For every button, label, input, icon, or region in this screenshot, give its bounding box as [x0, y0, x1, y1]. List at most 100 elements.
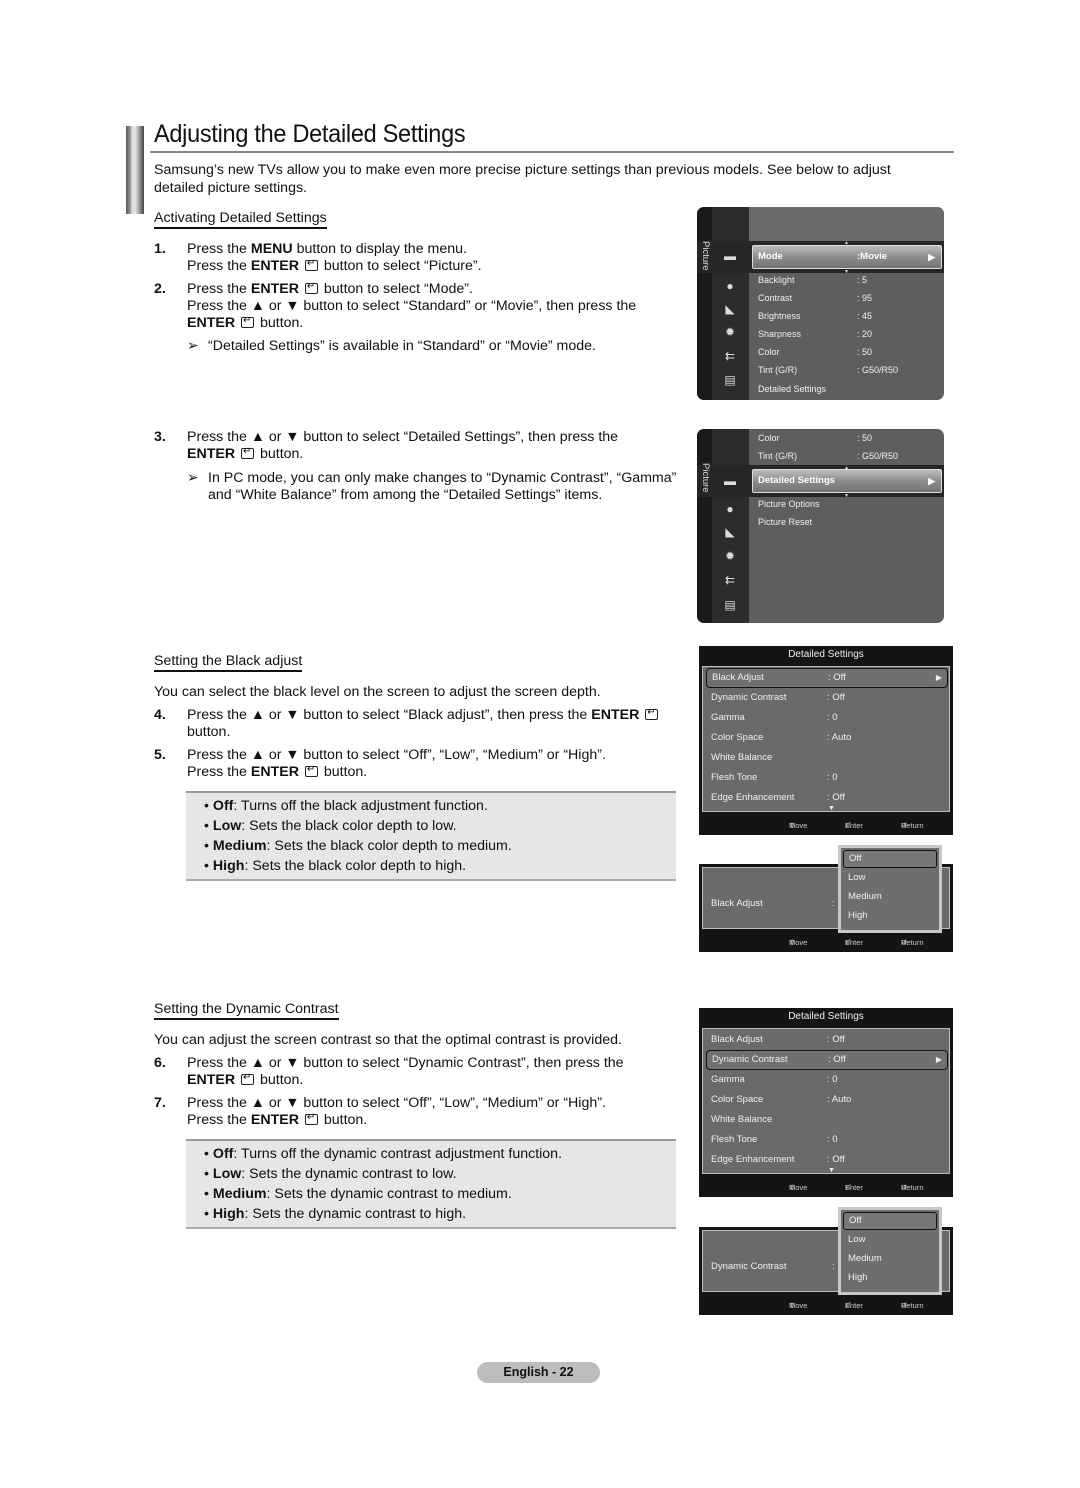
enter-icon: [241, 1071, 255, 1085]
osd-detailed-settings-black: Detailed Settings Black Adjust: Off ▶ Dyn…: [699, 646, 953, 835]
osd-row[interactable]: Tint (G/R): G50/R50: [758, 447, 938, 465]
step-number: 2.: [154, 281, 166, 297]
osd-row[interactable]: Color Space: Auto: [711, 728, 945, 748]
note-arrow-icon: ➢: [187, 338, 199, 354]
step-7: 7. Press the ▲ or ▼ button to select “Of…: [154, 1095, 684, 1131]
section-heading-dynamic-contrast: Setting the Dynamic Contrast: [154, 1001, 339, 1020]
scroll-down-icon: ▼: [828, 805, 835, 812]
step-3: 3. Press the ▲ or ▼ button to select “De…: [154, 429, 684, 465]
osd-selected-mode[interactable]: Mode :Movie ▶: [752, 245, 942, 269]
option-item: Off: Turns off the dynamic contrast adju…: [204, 1144, 676, 1164]
osd-row[interactable]: Color: 50: [758, 429, 938, 447]
title-accent-bar: [126, 126, 144, 214]
dropdown-option[interactable]: Medium: [843, 1251, 937, 1269]
option-item: High: Sets the black color depth to high…: [204, 856, 676, 876]
osd-row[interactable]: Tint (G/R): G50/R50: [758, 361, 938, 379]
arrow-right-icon: ▶: [935, 673, 942, 682]
step-text: Press the ▲ or ▼ button to select “Detai…: [187, 429, 707, 463]
dynamic-contrast-options-box: Off: Turns off the dynamic contrast adju…: [186, 1139, 676, 1229]
step-number: 3.: [154, 429, 166, 445]
dropdown-option[interactable]: High: [843, 1270, 937, 1288]
osd-title: Detailed Settings: [788, 649, 864, 660]
osd-row-selected[interactable]: Dynamic Contrast: Off ▶: [706, 1050, 948, 1070]
osd-selected-detailed-settings[interactable]: Detailed Settings ▶: [752, 469, 942, 493]
step-line: Press the ▲ or ▼ button to select “Dynam…: [187, 1055, 624, 1071]
osd-row[interactable]: Brightness: 45: [758, 307, 938, 325]
step-2: 2. Press the ENTER button to select “Mod…: [154, 280, 684, 335]
osd-footer: ⇕ Move ⏎ Enter ↺ Return: [699, 1179, 953, 1197]
step-5: 5. Press the ▲ or ▼ button to select “Of…: [154, 747, 684, 783]
osd-row[interactable]: Flesh Tone: 0: [711, 1130, 945, 1150]
osd-row[interactable]: Color: 50: [758, 343, 938, 361]
enter-icon: [304, 1111, 318, 1125]
black-adjust-options-box: Off: Turns off the black adjustment func…: [186, 791, 676, 881]
step-line: Press the ENTER button.: [187, 1111, 707, 1129]
submenu-label: Black Adjust: [711, 898, 763, 909]
dropdown-option[interactable]: High: [843, 908, 937, 926]
input-icon: ⇇: [724, 573, 736, 587]
osd-row[interactable]: Picture Options: [758, 495, 938, 513]
picture-icon: ▬: [724, 249, 736, 263]
channel-icon: ◣: [725, 525, 735, 539]
option-item: Off: Turns off the black adjustment func…: [204, 796, 676, 816]
dropdown-option[interactable]: Low: [843, 870, 937, 888]
dropdown-option[interactable]: Low: [843, 1232, 937, 1250]
submenu-label: Dynamic Contrast: [711, 1261, 787, 1272]
dynamic-contrast-dropdown[interactable]: Off Low Medium High: [838, 1207, 942, 1295]
dropdown-option[interactable]: Medium: [843, 889, 937, 907]
osd-footer: ⇕ Move ⏎ Enter ↺ Return: [699, 1297, 953, 1315]
dropdown-option-selected[interactable]: Off: [843, 850, 937, 868]
osd-row[interactable]: Gamma: 0: [711, 708, 945, 728]
osd-row[interactable]: White Balance: [711, 748, 945, 768]
osd-picture-menu-mode: Picture ▬ ● ◣ ✹ ⇇ ▤ ▲ Mode :Movie ▶ ▼ Ba…: [697, 207, 944, 400]
step-line: ENTER button.: [187, 314, 707, 332]
step-line: Press the ENTER button to select “Pictur…: [187, 257, 707, 275]
osd-row[interactable]: Flesh Tone: 0: [711, 768, 945, 788]
osd-row[interactable]: White Balance: [711, 1110, 945, 1130]
osd-detailed-settings-dynamic: Detailed Settings Black Adjust: Off Dyna…: [699, 1008, 953, 1197]
osd-row[interactable]: Gamma: 0: [711, 1070, 945, 1090]
osd-row[interactable]: Contrast: 95: [758, 289, 938, 307]
black-adjust-dropdown[interactable]: Off Low Medium High: [838, 845, 942, 933]
step-6: 6. Press the ▲ or ▼ button to select “Dy…: [154, 1055, 684, 1091]
dropdown-option-selected[interactable]: Off: [843, 1212, 937, 1230]
osd-row[interactable]: Sharpness: 20: [758, 325, 938, 343]
sound-icon: ●: [726, 279, 734, 293]
osd-row[interactable]: Dynamic Contrast: Off: [711, 688, 945, 708]
osd-title: Detailed Settings: [788, 1011, 864, 1022]
osd-row-selected[interactable]: Black Adjust: Off ▶: [706, 668, 948, 688]
note-text: “Detailed Settings” is available in “Sta…: [208, 338, 596, 354]
note-1: ➢ “Detailed Settings” is available in “S…: [187, 338, 687, 356]
option-item: Medium: Sets the dynamic contrast to med…: [204, 1184, 676, 1204]
option-item: Medium: Sets the black color depth to me…: [204, 836, 676, 856]
page-title: Adjusting the Detailed Settings: [154, 120, 466, 148]
osd-row[interactable]: Color Space: Auto: [711, 1090, 945, 1110]
enter-icon: [304, 763, 318, 777]
arrow-right-icon: ▶: [928, 252, 935, 262]
step-line: Press the ENTER button.: [187, 763, 707, 781]
step-line: Press the ▲ or ▼ button to select “Stand…: [187, 298, 637, 314]
osd-picture-menu-detailed: Picture ▬ ● ◣ ✹ ⇇ ▤ Color: 50 Tint (G/R)…: [697, 429, 944, 623]
osd-row[interactable]: Backlight: 5: [758, 271, 938, 289]
osd-row[interactable]: Picture Reset: [758, 513, 938, 531]
application-icon: ▤: [724, 598, 736, 612]
step-line: ENTER button.: [187, 445, 707, 463]
note-2: ➢ In PC mode, you can only make changes …: [187, 470, 687, 506]
step-line: Press the ENTER button to select “Mode”.: [187, 280, 707, 298]
enter-icon: [645, 706, 659, 720]
step-text: Press the ▲ or ▼ button to select “Black…: [187, 706, 687, 741]
step-number: 6.: [154, 1055, 166, 1071]
section-heading-activating: Activating Detailed Settings: [154, 210, 327, 229]
arrow-right-icon: ▶: [935, 1055, 942, 1064]
setup-icon: ✹: [724, 325, 736, 339]
input-icon: ⇇: [724, 349, 736, 363]
osd-tab-picture: Picture: [700, 463, 711, 493]
osd-row[interactable]: Black Adjust: Off: [711, 1030, 945, 1050]
step-number: 7.: [154, 1095, 166, 1111]
osd-row[interactable]: Detailed Settings: [758, 380, 938, 398]
osd-tab-picture: Picture: [700, 241, 711, 271]
step-line: Press the ▲ or ▼ button to select “Detai…: [187, 429, 619, 445]
enter-icon: [241, 445, 255, 459]
osd-footer: ⇕ Move ⏎ Enter ↺ Return: [699, 934, 953, 952]
step-text: Press the MENU button to display the men…: [187, 241, 707, 275]
